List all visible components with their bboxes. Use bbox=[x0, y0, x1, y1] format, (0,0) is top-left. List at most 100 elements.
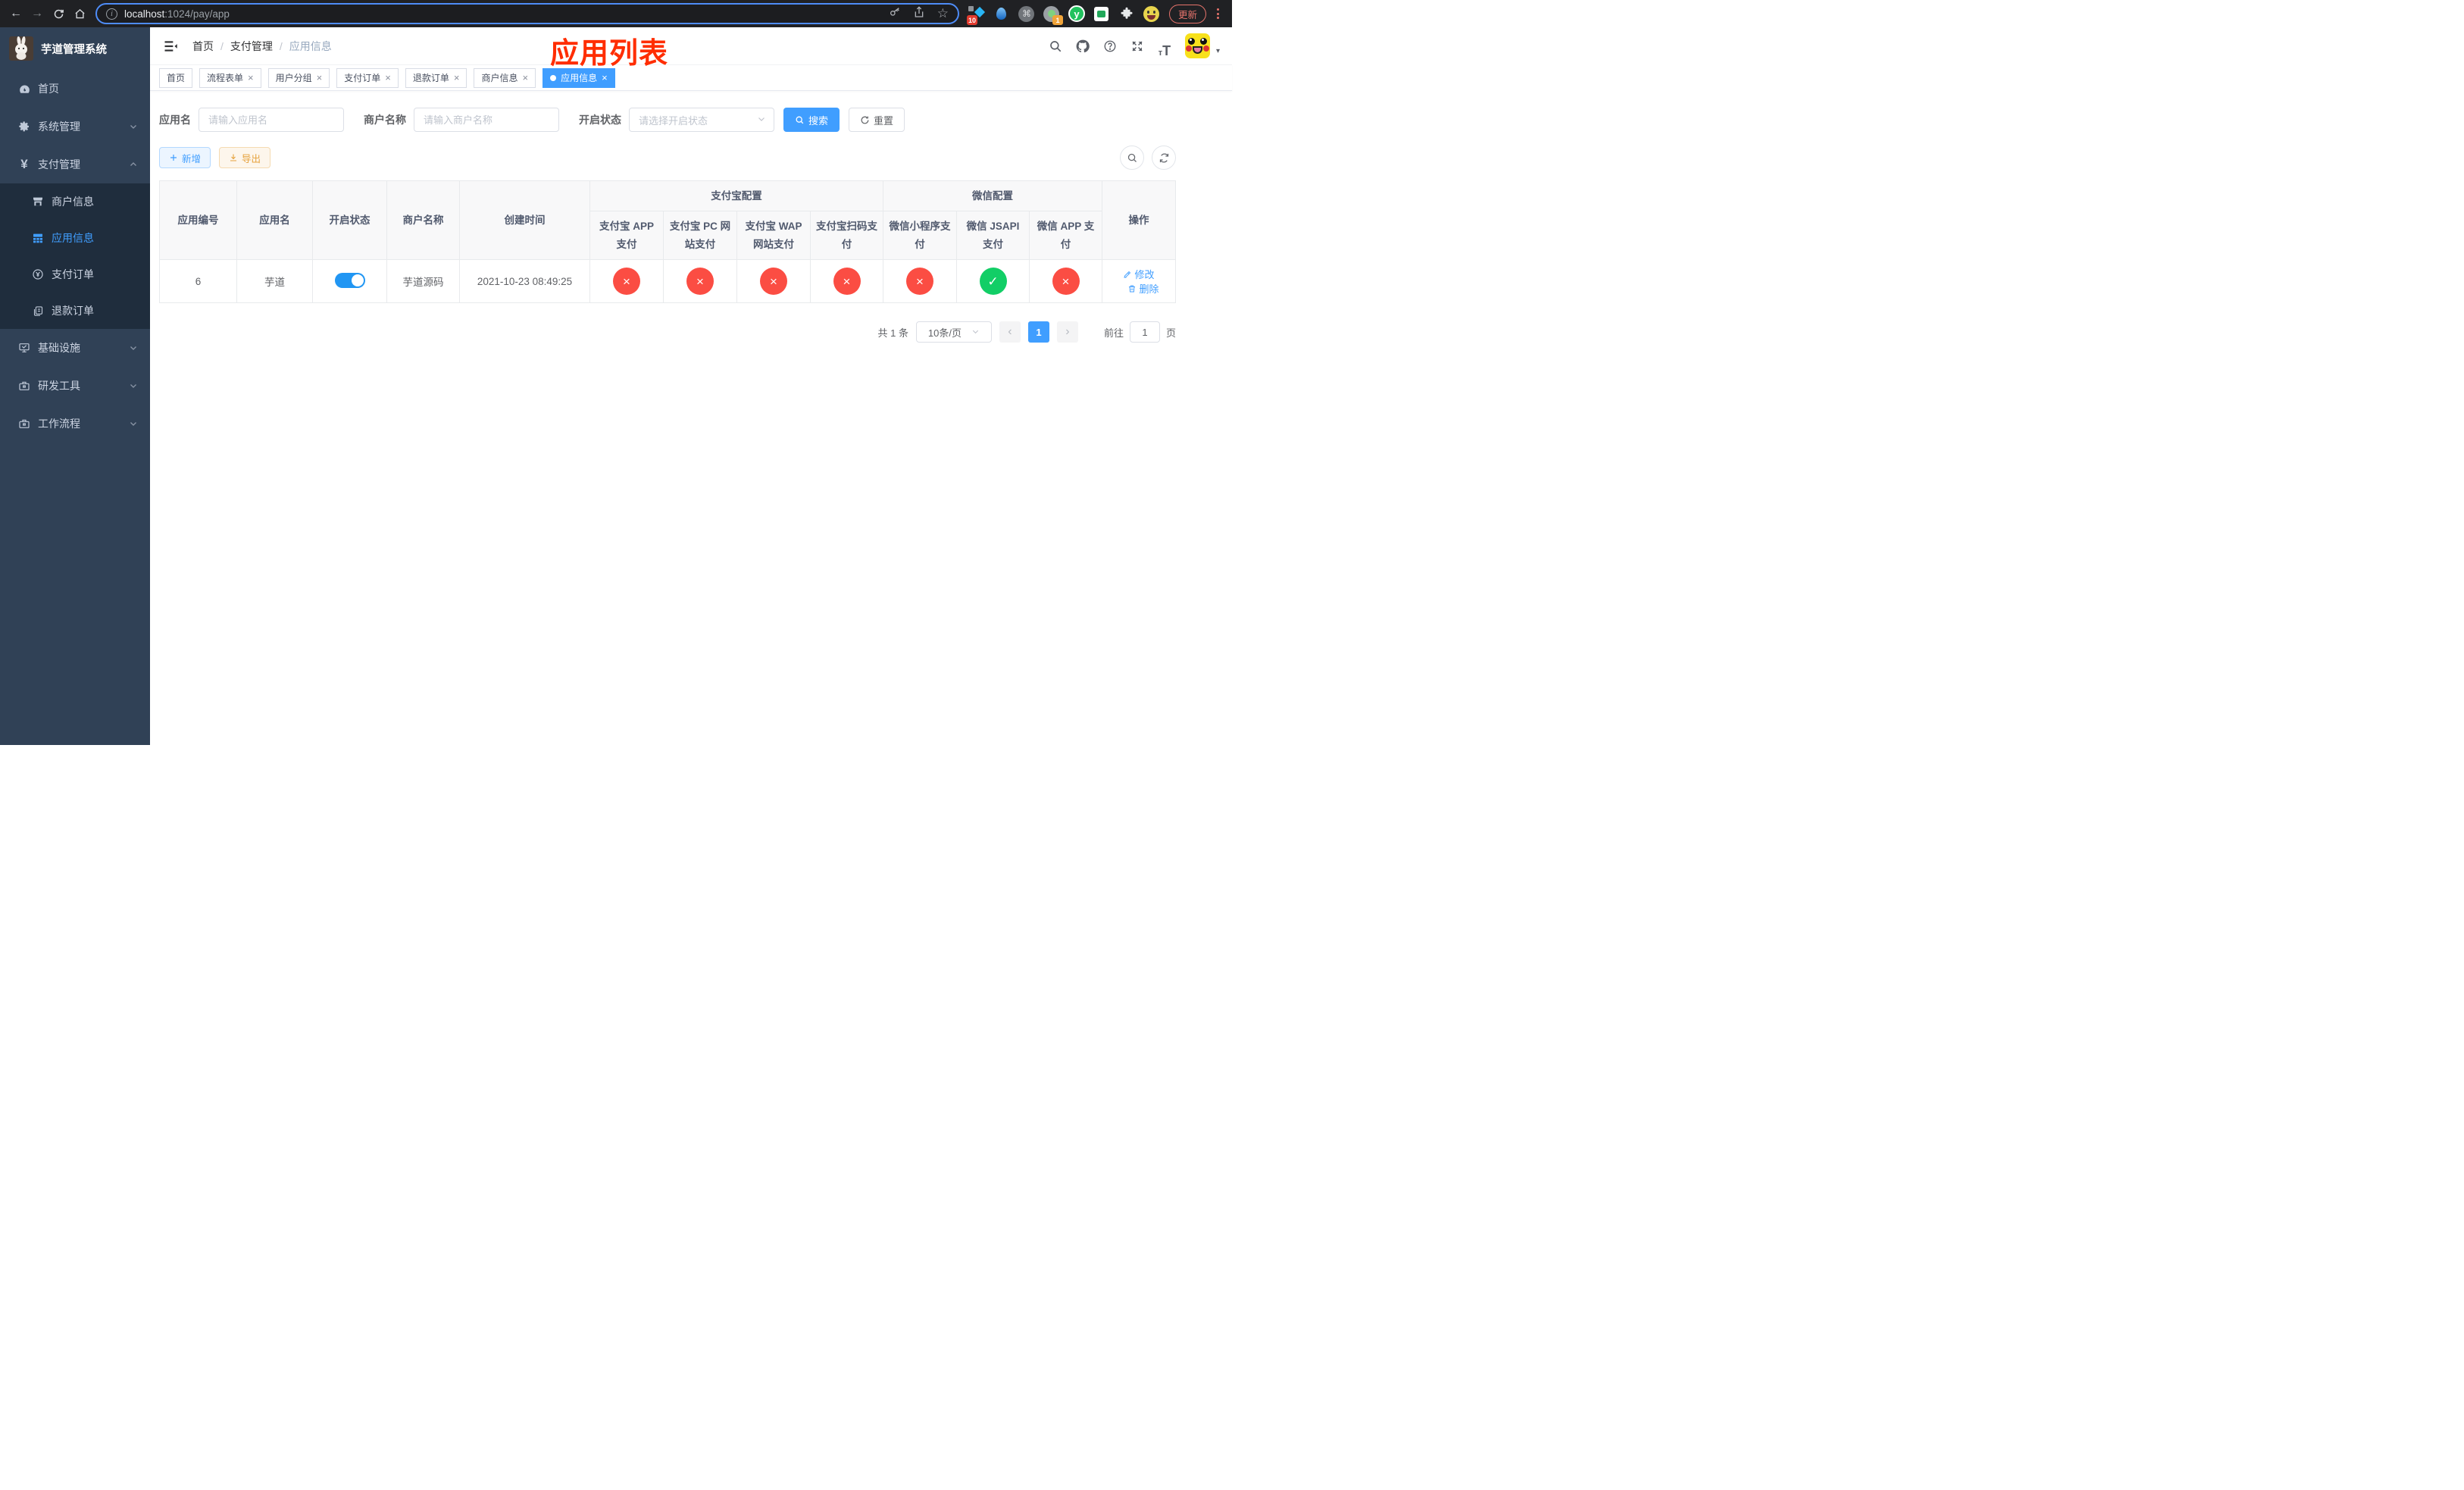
close-icon[interactable]: × bbox=[385, 72, 391, 83]
breadcrumb-home[interactable]: 首页 bbox=[192, 39, 214, 54]
edit-pencil-icon bbox=[1124, 271, 1131, 278]
active-dot bbox=[550, 74, 557, 81]
group-header-wechat: 微信配置 bbox=[883, 180, 1102, 211]
documents-icon bbox=[31, 305, 45, 317]
total-count: 共 1 条 bbox=[877, 327, 908, 339]
edit-link[interactable]: 修改 bbox=[1123, 267, 1155, 281]
sidebar-item-workflow[interactable]: 工作流程 bbox=[0, 405, 150, 443]
url-text[interactable]: localhost:1024/pay/app bbox=[124, 8, 230, 20]
fullscreen-icon[interactable] bbox=[1126, 35, 1149, 58]
gear-icon bbox=[17, 121, 31, 133]
site-info-icon[interactable]: i bbox=[106, 8, 117, 20]
sidebar-item-system[interactable]: 系统管理 bbox=[0, 108, 150, 146]
sidebar-item-dev-tools[interactable]: 研发工具 bbox=[0, 367, 150, 405]
tag-pay-orders[interactable]: 支付订单 × bbox=[336, 67, 399, 88]
sidebar-item-app-info[interactable]: 应用信息 bbox=[0, 220, 150, 256]
github-icon[interactable] bbox=[1071, 35, 1094, 58]
cell-status bbox=[312, 259, 387, 304]
search-icon bbox=[1127, 153, 1137, 162]
help-icon[interactable] bbox=[1099, 35, 1121, 58]
tag-process-form[interactable]: 流程表单 × bbox=[199, 67, 261, 88]
app-logo-row[interactable]: 芋道管理系统 bbox=[0, 27, 150, 70]
chrome-update-button[interactable]: 更新 bbox=[1168, 4, 1206, 23]
close-icon[interactable]: × bbox=[317, 72, 323, 83]
search-button[interactable]: 搜索 bbox=[783, 108, 840, 132]
add-button[interactable]: 新增 bbox=[159, 147, 211, 168]
reload-icon[interactable] bbox=[48, 4, 68, 23]
plus-icon bbox=[170, 155, 177, 161]
trash-icon bbox=[1129, 285, 1136, 293]
sidebar-item-payment[interactable]: ¥ 支付管理 bbox=[0, 146, 150, 183]
cell-app-id: 6 bbox=[159, 259, 237, 304]
search-icon bbox=[796, 116, 804, 124]
close-icon[interactable]: × bbox=[602, 72, 608, 83]
close-icon[interactable]: × bbox=[248, 72, 254, 83]
close-icon[interactable]: × bbox=[454, 72, 460, 83]
bookmark-star-icon[interactable]: ☆ bbox=[937, 6, 949, 21]
pagination: 共 1 条 10条/页 ‹ 1 › 前往 页 bbox=[159, 321, 1176, 343]
prev-page-button[interactable]: ‹ bbox=[999, 321, 1021, 343]
status-toggle[interactable] bbox=[334, 272, 365, 288]
refresh-icon bbox=[861, 116, 869, 124]
extension-chat-icon[interactable] bbox=[1093, 5, 1110, 22]
reset-button[interactable]: 重置 bbox=[849, 108, 905, 132]
home-icon[interactable] bbox=[70, 4, 89, 23]
next-page-button[interactable]: › bbox=[1056, 321, 1078, 343]
goto-page-input[interactable] bbox=[1129, 321, 1160, 343]
app-name-input[interactable] bbox=[199, 108, 344, 132]
extensions-puzzle-icon[interactable] bbox=[1118, 5, 1135, 22]
tag-merchant-info[interactable]: 商户信息 × bbox=[474, 67, 536, 88]
status-disabled-icon: × bbox=[1052, 268, 1080, 296]
sidebar: 芋道管理系统 首页 系统管理 ¥ 支付管理 商户信息 应用信息 支付订单 退款订… bbox=[0, 27, 150, 745]
password-key-icon[interactable] bbox=[889, 6, 901, 22]
status-enabled-icon: ✓ bbox=[979, 268, 1007, 296]
sidebar-item-label: 支付订单 bbox=[52, 268, 94, 280]
share-icon[interactable] bbox=[913, 5, 925, 22]
col-header-alipay-qr: 支付宝扫码支付 bbox=[810, 210, 883, 261]
table-row: 6 芋道 芋道源码 2021-10-23 08:49:25 × × × × × … bbox=[159, 259, 1176, 304]
font-size-icon[interactable]: тT bbox=[1153, 35, 1176, 58]
cell-alipay-wap: × bbox=[736, 259, 811, 304]
sidebar-item-infrastructure[interactable]: 基础设施 bbox=[0, 329, 150, 367]
col-header-wx-mini: 微信小程序支付 bbox=[883, 210, 957, 261]
extension-diamond-icon[interactable]: 10 bbox=[966, 5, 986, 25]
sidebar-collapse-icon[interactable] bbox=[162, 38, 179, 55]
page-size-select[interactable]: 10条/页 bbox=[915, 321, 992, 343]
sidebar-item-home[interactable]: 首页 bbox=[0, 70, 150, 108]
extension-recorder-icon[interactable]: 1 bbox=[1043, 5, 1063, 25]
filter-form: 应用名 商户名称 开启状态 请选择开启状态 搜索 重置 bbox=[159, 108, 1176, 132]
browser-menu-icon[interactable] bbox=[1212, 8, 1223, 19]
forward-icon[interactable]: → bbox=[27, 4, 47, 23]
breadcrumb-separator: / bbox=[220, 39, 224, 52]
refresh-table-button[interactable] bbox=[1152, 146, 1176, 170]
back-icon[interactable]: ← bbox=[6, 4, 26, 23]
close-icon[interactable]: × bbox=[522, 72, 528, 83]
tag-refund-orders[interactable]: 退款订单 × bbox=[405, 67, 467, 88]
tag-home[interactable]: 首页 bbox=[159, 67, 193, 88]
sidebar-item-refund-orders[interactable]: 退款订单 bbox=[0, 293, 150, 329]
col-header-wx-app: 微信 APP 支付 bbox=[1029, 210, 1102, 261]
sidebar-item-pay-orders[interactable]: 支付订单 bbox=[0, 256, 150, 293]
sidebar-item-label: 工作流程 bbox=[38, 418, 80, 430]
show-search-button[interactable] bbox=[1120, 146, 1144, 170]
col-header-alipay-wap: 支付宝 WAP 网站支付 bbox=[736, 210, 811, 261]
profile-emoji-icon[interactable] bbox=[1143, 5, 1160, 22]
tag-user-group[interactable]: 用户分组 × bbox=[267, 67, 330, 88]
breadcrumb-section: 支付管理 bbox=[230, 39, 273, 52]
extension-balloon-icon[interactable] bbox=[993, 5, 1010, 22]
avatar-caret-icon[interactable]: ▾ bbox=[1216, 47, 1220, 55]
toolbox-icon bbox=[17, 418, 31, 430]
user-avatar[interactable] bbox=[1184, 33, 1210, 58]
merchant-name-input[interactable] bbox=[414, 108, 559, 132]
sidebar-item-merchant-info[interactable]: 商户信息 bbox=[0, 183, 150, 220]
export-button[interactable]: 导出 bbox=[219, 147, 271, 168]
cell-alipay-qr: × bbox=[810, 259, 883, 304]
status-select[interactable]: 请选择开启状态 bbox=[629, 108, 774, 132]
extension-y-icon[interactable]: y bbox=[1068, 5, 1085, 22]
extension-command-icon[interactable]: ⌘ bbox=[1018, 5, 1035, 22]
search-icon[interactable] bbox=[1044, 35, 1067, 58]
address-bar[interactable]: i localhost:1024/pay/app ☆ bbox=[95, 3, 959, 24]
page-number-1[interactable]: 1 bbox=[1027, 321, 1049, 343]
delete-link[interactable]: 删除 bbox=[1127, 281, 1159, 296]
breadcrumb-current: 应用信息 bbox=[289, 39, 332, 52]
